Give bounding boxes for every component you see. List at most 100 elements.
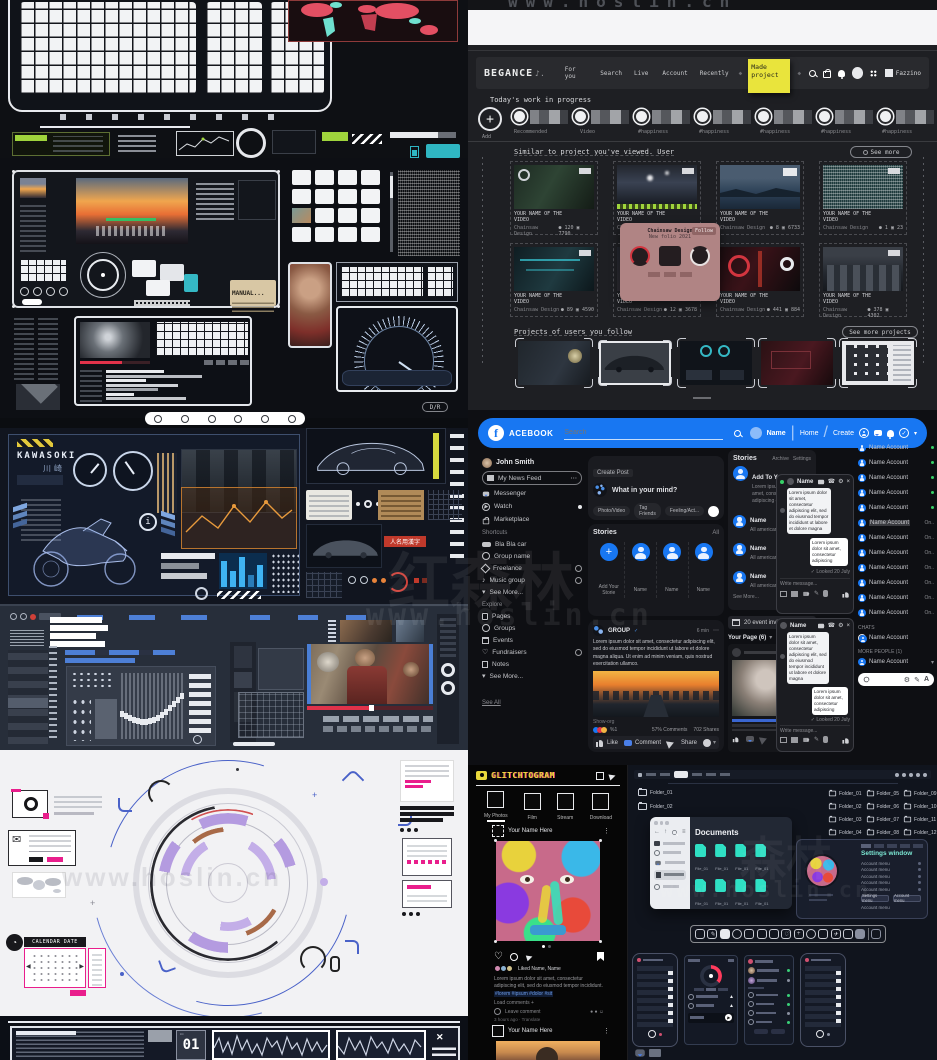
card-author[interactable]: Chainsaw Design bbox=[823, 307, 867, 319]
video-progress[interactable] bbox=[80, 361, 150, 364]
see-more-button[interactable]: See more bbox=[850, 146, 912, 158]
archive-link[interactable]: Archive bbox=[772, 456, 789, 462]
cal-prev[interactable]: ◀ bbox=[26, 963, 31, 970]
file-item[interactable]: File_01 bbox=[755, 844, 769, 875]
project-card-5[interactable]: YOUR NAME OF THE VIDEO Chainsaw Design ● … bbox=[510, 243, 598, 317]
chat-close-icon[interactable]: × bbox=[846, 623, 850, 629]
chat-settings-icon[interactable]: ⚙ bbox=[838, 622, 843, 629]
sidebar-item-musicgroup[interactable]: ♪ Music group bbox=[482, 574, 582, 586]
player-bar[interactable]: ▶ bbox=[688, 1012, 734, 1023]
call-icon[interactable]: ☎ bbox=[828, 478, 835, 485]
movie-still[interactable] bbox=[307, 644, 433, 704]
follow-thumb-1[interactable] bbox=[515, 338, 593, 388]
sidebar-item-newsfeed[interactable]: My News Feed ⋯ bbox=[482, 471, 582, 485]
post-image[interactable] bbox=[593, 671, 719, 717]
contact-row[interactable]: Name Account On.. bbox=[858, 590, 934, 605]
slider-strip[interactable] bbox=[145, 412, 305, 425]
video-thumb-2[interactable] bbox=[396, 620, 424, 642]
dock-app[interactable] bbox=[769, 929, 780, 939]
chat-write-input[interactable]: Write message... bbox=[780, 581, 850, 587]
desktop-folder[interactable]: Folder_10 bbox=[903, 802, 937, 810]
post-show-link[interactable]: Show-org bbox=[593, 719, 719, 725]
search-icon[interactable] bbox=[672, 829, 677, 835]
post-avatar[interactable] bbox=[492, 1025, 504, 1037]
dock-app[interactable] bbox=[842, 929, 853, 939]
card-author[interactable]: Chainsaw Design bbox=[720, 225, 765, 231]
sidebar-videos[interactable] bbox=[654, 849, 686, 856]
font-icon[interactable]: A bbox=[924, 676, 929, 683]
keyboard-main[interactable] bbox=[20, 2, 196, 94]
active-menu-tab[interactable] bbox=[674, 771, 688, 778]
back-icon[interactable]: ← bbox=[654, 829, 660, 835]
settings-button-2[interactable]: Account menu bbox=[893, 893, 921, 903]
popup-knob-2[interactable] bbox=[690, 246, 711, 266]
channel-6[interactable] bbox=[878, 109, 934, 124]
card-w1[interactable] bbox=[132, 260, 156, 277]
sidebar-user[interactable]: John Smith bbox=[482, 456, 582, 469]
caret-icon[interactable]: ▾ bbox=[914, 430, 917, 437]
card-author[interactable]: Chainsaw Design bbox=[720, 307, 765, 313]
movie-progress[interactable] bbox=[307, 705, 433, 711]
add-story-icon[interactable] bbox=[733, 466, 748, 481]
post-avatar[interactable] bbox=[492, 825, 504, 837]
mic-icon[interactable] bbox=[823, 590, 829, 598]
contact-row[interactable]: Name Account bbox=[858, 500, 934, 515]
contacts-search-pill[interactable]: ⚙ ✎ A bbox=[858, 673, 934, 686]
info-circle[interactable]: i bbox=[139, 513, 157, 531]
notifications-icon[interactable] bbox=[886, 429, 894, 439]
sidebar-item-events[interactable]: Events bbox=[482, 634, 582, 646]
project-card-8[interactable]: YOUR NAME OF THE VIDEO Chainsaw Design ● … bbox=[819, 243, 907, 319]
track-list[interactable] bbox=[8, 650, 48, 744]
messenger-icon[interactable] bbox=[873, 430, 882, 437]
file-item[interactable]: File_01 bbox=[715, 844, 728, 875]
sidebar-messages[interactable] bbox=[654, 860, 686, 866]
post-username[interactable]: Your Name Here bbox=[508, 828, 552, 834]
cal-next[interactable]: ▶ bbox=[79, 963, 84, 970]
add-story-button[interactable]: + bbox=[478, 107, 502, 131]
gear-icon[interactable]: ⚙ bbox=[904, 676, 910, 684]
story-avatar[interactable] bbox=[694, 543, 713, 561]
chat-close-icon[interactable]: × bbox=[846, 479, 850, 485]
sidebar-item-notes[interactable]: Notes bbox=[482, 658, 582, 670]
comment-icon[interactable] bbox=[509, 952, 518, 961]
hud-progress[interactable] bbox=[390, 132, 456, 138]
settings-item-footer[interactable]: Account menu bbox=[861, 904, 921, 911]
dock-app[interactable] bbox=[818, 929, 829, 939]
mic-icon[interactable] bbox=[823, 736, 829, 744]
story-avatar[interactable] bbox=[631, 543, 650, 561]
liked-by[interactable]: Liked Name, Name bbox=[518, 966, 561, 972]
story-avatar[interactable] bbox=[663, 543, 682, 561]
contact-row[interactable] bbox=[748, 977, 790, 984]
dock-app[interactable] bbox=[756, 929, 767, 939]
friends-icon[interactable] bbox=[858, 428, 869, 438]
contact-row[interactable]: Name Account On.. bbox=[858, 605, 934, 620]
fader-bars[interactable] bbox=[189, 671, 211, 733]
file-item[interactable]: File_01 bbox=[735, 879, 748, 909]
desktop-folder[interactable]: Folder_06 bbox=[866, 802, 899, 810]
share-icon[interactable] bbox=[596, 771, 604, 780]
contact-row[interactable] bbox=[748, 992, 790, 998]
sidebar-item-blablacar[interactable]: Bla Bla car bbox=[482, 538, 582, 550]
card-author[interactable]: Chainsaw Design bbox=[617, 307, 662, 313]
up-icon[interactable]: ↑ bbox=[664, 829, 667, 835]
sidebar-item-freelance[interactable]: Freelance bbox=[480, 562, 582, 574]
channel-2[interactable] bbox=[634, 109, 690, 124]
add-story-circle[interactable]: + bbox=[599, 543, 618, 561]
bell-icon[interactable] bbox=[838, 69, 846, 79]
card-teal[interactable] bbox=[184, 274, 198, 292]
dock-app-pen[interactable]: ✎ bbox=[707, 929, 718, 939]
pencil-icon[interactable]: ✎ bbox=[814, 590, 819, 597]
made-project-button[interactable]: Made project bbox=[748, 59, 790, 93]
sidebar-see-more-1[interactable]: ▾ See More... bbox=[482, 586, 582, 598]
begance-nav-live[interactable]: Live bbox=[634, 70, 648, 77]
chat-bubble-icon[interactable] bbox=[635, 1049, 645, 1058]
follow-thumb-5[interactable] bbox=[839, 338, 917, 388]
contact-row[interactable]: Name Account bbox=[858, 470, 934, 485]
tab-account[interactable] bbox=[861, 844, 871, 848]
follow-thumb-2[interactable] bbox=[598, 340, 672, 386]
dock-app[interactable] bbox=[732, 929, 743, 939]
sidebar-downloads[interactable] bbox=[654, 883, 686, 890]
knob-row[interactable] bbox=[20, 286, 80, 296]
file-item[interactable]: File_01 bbox=[735, 844, 748, 875]
desktop-folder[interactable]: Folder_04 bbox=[828, 828, 862, 836]
